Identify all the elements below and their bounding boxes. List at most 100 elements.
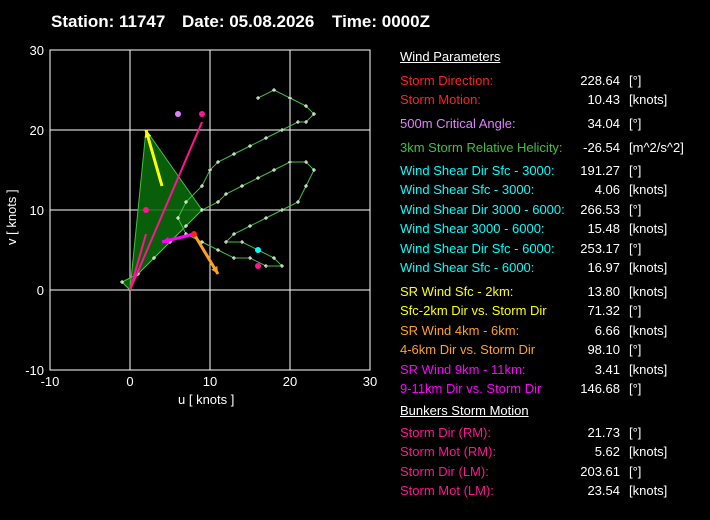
hodograph-point: [296, 120, 300, 124]
hodograph-point: [264, 136, 268, 140]
param-row: 3km Storm Relative Helicity: -26.54 [m^2/s…: [400, 140, 700, 156]
param-label: Storm Direction:: [400, 73, 494, 88]
param-label: Storm Dir (LM):: [400, 464, 489, 479]
param-unit: [°]: [629, 163, 642, 178]
x-tick-label: 0: [126, 374, 133, 389]
param-label: Wind Shear Dir Sfc - 3000:: [400, 163, 555, 178]
param-label: Wind Shear Sfc - 6000:: [400, 260, 535, 275]
param-label: SR Wind Sfc - 2km:: [400, 284, 514, 299]
hodograph-point: [256, 176, 260, 180]
param-label: Wind Shear Sfc - 3000:: [400, 182, 535, 197]
hodograph-point: [240, 184, 244, 188]
param-row: Storm Dir (RM): 21.73 [°]: [400, 425, 700, 441]
param-row: SR Wind 4km - 6km: 6.66 [knots]: [400, 323, 700, 339]
param-row: Storm Mot (LM): 23.54 [knots]: [400, 483, 700, 499]
hodograph-point: [248, 144, 252, 148]
param-unit: [°]: [629, 342, 642, 357]
param-label: 500m Critical Angle:: [400, 116, 516, 131]
hodograph-point: [232, 152, 236, 156]
x-tick-label: 10: [203, 374, 217, 389]
param-unit: [knots]: [629, 92, 668, 107]
x-tick-label: 20: [283, 374, 297, 389]
param-row: SR Wind Sfc - 2km: 13.80 [knots]: [400, 284, 700, 300]
param-row: Storm Motion: 10.43 [knots]: [400, 92, 700, 108]
param-row: 9-11km Dir vs. Storm Dir 146.68 [°]: [400, 381, 700, 397]
param-label: 9-11km Dir vs. Storm Dir: [400, 381, 542, 396]
param-value: 228.64: [580, 73, 620, 88]
param-row: 4-6km Dir vs. Storm Dir 98.10 [°]: [400, 342, 700, 358]
y-tick-label: -10: [25, 363, 44, 378]
hodograph-point: [272, 168, 276, 172]
param-value: -26.54: [583, 140, 620, 155]
y-tick-label: 10: [30, 203, 44, 218]
param-row: Wind Shear Sfc - 6000: 16.97 [knots]: [400, 260, 700, 276]
param-unit: [knots]: [629, 483, 668, 498]
shear-6km-point: [255, 247, 261, 253]
param-row: SR Wind 9km - 11km: 3.41 [knots]: [400, 362, 700, 378]
param-unit: [knots]: [629, 260, 668, 275]
param-row: Sfc-2km Dir vs. Storm Dir 71.32 [°]: [400, 303, 700, 319]
hodograph-point: [240, 240, 244, 244]
param-value: 203.61: [580, 464, 620, 479]
param-value: 4.06: [594, 182, 620, 197]
param-unit: [knots]: [629, 444, 668, 459]
param-unit: [°]: [629, 303, 642, 318]
param-label: Storm Mot (RM):: [400, 444, 497, 459]
param-unit: [m^2/s^2]: [629, 140, 684, 155]
param-unit: [knots]: [629, 182, 668, 197]
param-row: Wind Shear Dir Sfc - 6000: 253.17 [°]: [400, 241, 700, 257]
param-row: Wind Shear 3000 - 6000: 15.48 [knots]: [400, 221, 700, 237]
param-value: 10.43: [587, 92, 620, 107]
param-unit: [°]: [629, 73, 642, 88]
param-value: 21.73: [587, 425, 620, 440]
hodograph-point: [256, 96, 260, 100]
mean-wind-point: [191, 231, 197, 237]
hodograph-point: [280, 128, 284, 132]
param-unit: [knots]: [629, 323, 668, 338]
wind-parameters-header: Wind Parameters: [400, 49, 501, 64]
param-value: 23.54: [587, 483, 620, 498]
param-value: 71.32: [587, 303, 620, 318]
param-unit: [°]: [629, 116, 642, 131]
hodograph-point: [272, 88, 276, 92]
hodograph-point: [304, 184, 308, 188]
param-label: SR Wind 4km - 6km:: [400, 323, 520, 338]
param-value: 191.27: [580, 163, 620, 178]
hodograph-point: [264, 216, 268, 220]
hodograph-point: [288, 160, 292, 164]
param-value: 15.48: [587, 221, 620, 236]
param-unit: [knots]: [629, 221, 668, 236]
param-unit: [°]: [629, 202, 642, 217]
hodograph-chart: -10 0 10 20 30-100102030 u [ knots ] v [ kno…: [4, 43, 377, 407]
param-value: 5.62: [594, 444, 620, 459]
param-value: 146.68: [580, 381, 620, 396]
param-label: Wind Shear Dir 3000 - 6000:: [400, 202, 565, 217]
param-value: 34.04: [587, 116, 620, 131]
param-label: Storm Motion:: [400, 92, 481, 107]
hodograph-point: [280, 208, 284, 212]
param-unit: [°]: [629, 381, 642, 396]
hodograph-point: [264, 264, 268, 268]
param-value: 253.17: [580, 241, 620, 256]
param-unit: [°]: [629, 241, 642, 256]
param-value: 13.80: [587, 284, 620, 299]
hodograph-point: [248, 256, 252, 260]
hodograph-point: [248, 224, 252, 228]
y-tick-label: 0: [37, 283, 44, 298]
parameter-panel: Wind Parameters Storm Direction: 228.64 [°…: [400, 0, 710, 520]
x-axis-label: u [ knots ]: [178, 392, 234, 407]
y-axis-label: v [ knots ]: [4, 189, 19, 245]
bunkers-header: Bunkers Storm Motion: [400, 403, 529, 418]
param-value: 16.97: [587, 260, 620, 275]
param-label: Wind Shear 3000 - 6000:: [400, 221, 545, 236]
param-unit: [knots]: [629, 284, 668, 299]
param-row: Storm Direction: 228.64 [°]: [400, 73, 700, 89]
param-value: 98.10: [587, 342, 620, 357]
storm-motion-point: [143, 207, 149, 213]
y-tick-label: 20: [30, 123, 44, 138]
param-label: 3km Storm Relative Helicity:: [400, 140, 563, 155]
x-tick-label: 30: [363, 374, 377, 389]
param-label: 4-6km Dir vs. Storm Dir: [400, 342, 536, 357]
y-tick-label: 30: [30, 43, 44, 58]
param-label: Sfc-2km Dir vs. Storm Dir: [400, 303, 547, 318]
